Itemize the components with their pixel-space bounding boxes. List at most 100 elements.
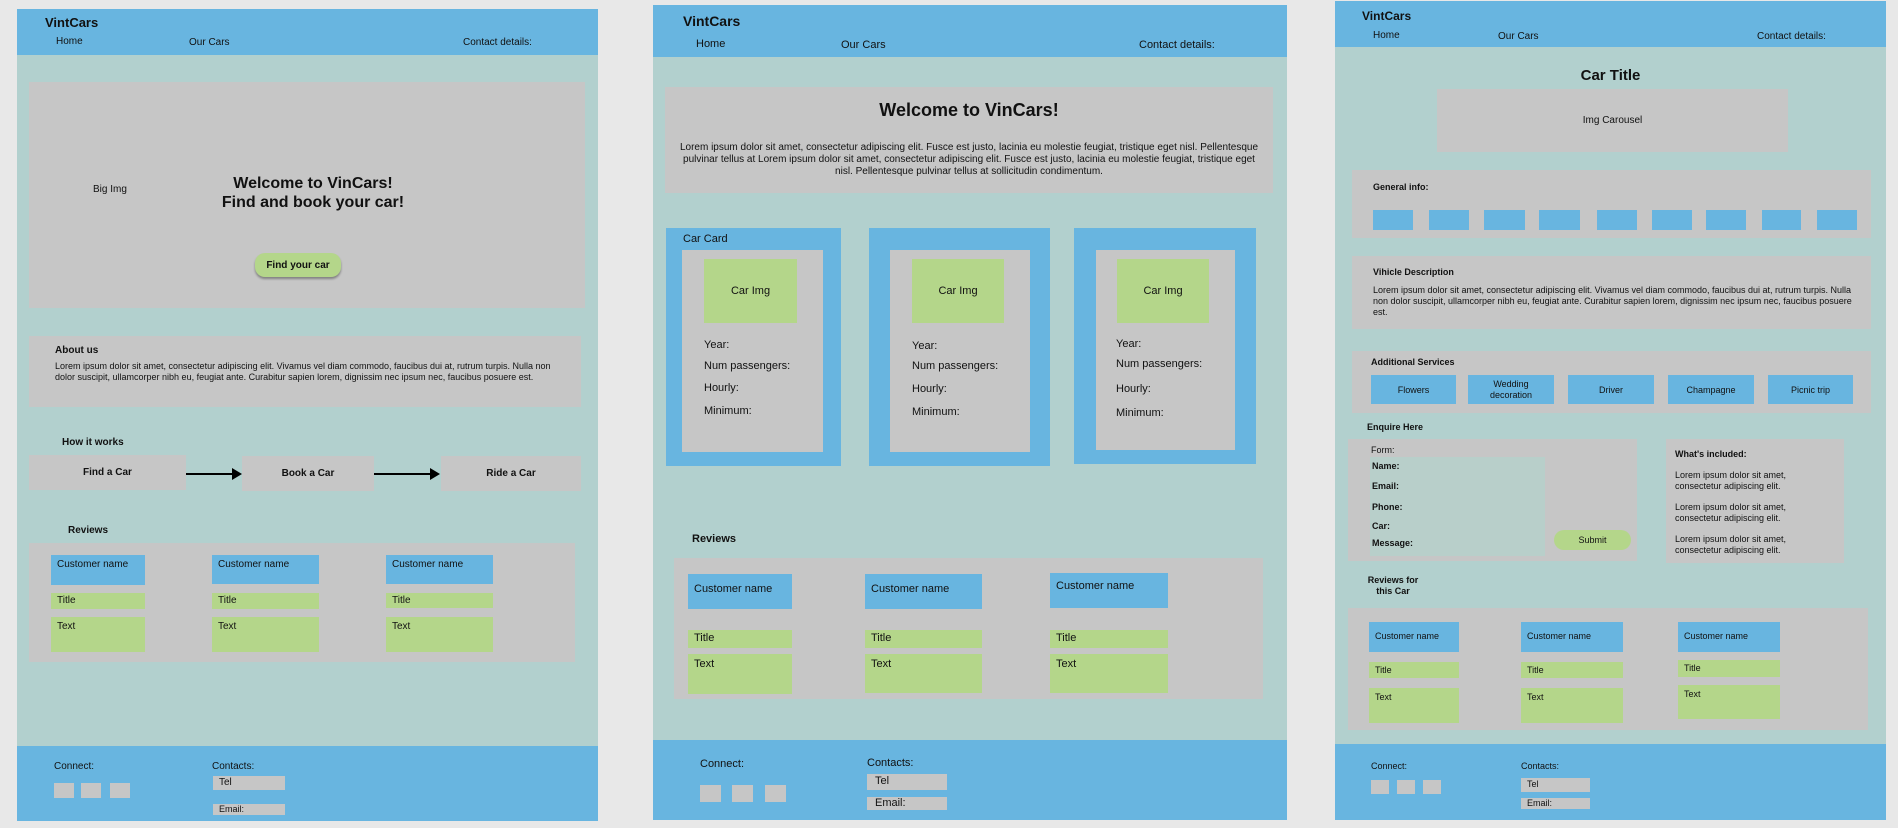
nav-home[interactable]: Home [696, 38, 725, 50]
review-title: Title [51, 593, 145, 609]
car-passengers: Num passengers: [1116, 358, 1203, 370]
car-card[interactable]: Car Img Year: Num passengers: Hourly: Mi… [869, 228, 1050, 466]
service-champagne-button[interactable]: Champagne [1668, 375, 1754, 404]
brand-logo[interactable]: VintCars [45, 15, 98, 30]
about-title: About us [55, 345, 99, 356]
car-hourly: Hourly: [912, 383, 947, 395]
car-card[interactable]: Car Card Car Img Year: Num passengers: H… [666, 228, 841, 466]
social-icon[interactable] [81, 783, 101, 798]
find-car-button[interactable]: Find your car [255, 253, 341, 277]
info-box [1429, 210, 1469, 230]
info-box [1597, 210, 1637, 230]
review-customer-name: Customer name [865, 574, 982, 609]
arrow-icon [374, 468, 440, 480]
services-title: Additional Services [1371, 357, 1455, 367]
form-label: Form: [1371, 445, 1395, 455]
tel-field[interactable]: Tel [213, 776, 285, 790]
name-field[interactable]: Name: [1372, 461, 1400, 471]
nav-our-cars[interactable]: Our Cars [1498, 31, 1539, 42]
car-year: Year: [1116, 338, 1142, 350]
included-item: Lorem ipsum dolor sit amet, consectetur … [1675, 470, 1787, 491]
car-hourly: Hourly: [704, 382, 739, 394]
car-card-body: Car Img Year: Num passengers: Hourly: Mi… [1096, 250, 1235, 450]
email-field[interactable]: Email: [867, 797, 947, 810]
message-field[interactable]: Message: [1372, 538, 1413, 548]
general-info-section: General info: [1352, 170, 1871, 238]
hero-title-line1: Welcome to VinCars! [233, 175, 393, 192]
review-customer-name: Customer name [1369, 622, 1459, 652]
brand-logo[interactable]: VintCars [683, 13, 740, 29]
header: VintCars Home Our Cars Contact details: [653, 5, 1287, 57]
included-title: What's included: [1675, 449, 1747, 459]
review-customer-name: Customer name [1050, 573, 1168, 608]
hero-image-placeholder: Big Img [93, 184, 127, 195]
service-driver-button[interactable]: Driver [1568, 375, 1654, 404]
nav-contact[interactable]: Contact details: [463, 37, 532, 48]
review-title: Title [1050, 630, 1168, 648]
review-title: Title [865, 630, 982, 648]
social-icon[interactable] [765, 785, 786, 802]
reviews-title: Reviews [692, 533, 737, 545]
review-title: Title [386, 593, 493, 608]
reviews-section: Customer name Title Text Customer name T… [1348, 608, 1868, 730]
nav-home[interactable]: Home [56, 36, 83, 47]
nav-our-cars[interactable]: Our Cars [841, 39, 886, 51]
review-title: Title [212, 593, 319, 609]
submit-button[interactable]: Submit [1554, 530, 1631, 550]
page-car-detail: VintCars Home Our Cars Contact details: … [1335, 1, 1886, 820]
form-fields-box: Name: Email: Phone: Car: Message: [1370, 457, 1545, 556]
car-card[interactable]: Car Img Year: Num passengers: Hourly: Mi… [1074, 228, 1256, 464]
social-icon[interactable] [1423, 780, 1441, 794]
connect-label: Connect: [1371, 761, 1408, 771]
car-hourly: Hourly: [1116, 383, 1151, 395]
nav-contact[interactable]: Contact details: [1139, 39, 1215, 51]
review-text: Text [386, 617, 493, 652]
hero-title-line2: Find and book your car! [221, 194, 405, 212]
contacts-label: Contacts: [1521, 761, 1560, 771]
reviews-section: Customer name Title Text Customer name T… [29, 543, 575, 662]
social-icon[interactable] [732, 785, 753, 802]
review-text: Text [865, 654, 982, 693]
step-find-car: Find a Car [29, 455, 186, 490]
tel-field[interactable]: Tel [1521, 778, 1590, 792]
car-year: Year: [912, 340, 938, 352]
social-icon[interactable] [700, 785, 721, 802]
nav-contact[interactable]: Contact details: [1757, 31, 1826, 42]
contacts-label: Contacts: [212, 761, 255, 772]
review-text: Text [51, 617, 145, 652]
social-icon[interactable] [110, 783, 130, 798]
review-text: Text [688, 654, 792, 694]
review-customer-name: Customer name [688, 574, 792, 609]
service-flowers-button[interactable]: Flowers [1371, 375, 1456, 404]
email-field[interactable]: Email: [1521, 798, 1590, 809]
general-info-title: General info: [1373, 182, 1429, 192]
tel-field[interactable]: Tel [867, 774, 947, 790]
page-our-cars: VintCars Home Our Cars Contact details: … [653, 5, 1287, 820]
email-field[interactable]: Email: [213, 804, 285, 815]
nav-home[interactable]: Home [1373, 30, 1400, 41]
reviews-section: Customer name Title Text Customer name T… [674, 558, 1263, 699]
service-wedding-button[interactable]: Wedding decoration [1468, 375, 1554, 404]
vehicle-description-section: Vihicle Description Lorem ipsum dolor si… [1352, 256, 1871, 329]
nav-our-cars[interactable]: Our Cars [189, 37, 230, 48]
included-item: Lorem ipsum dolor sit amet, consectetur … [1675, 502, 1787, 523]
review-text: Text [1050, 654, 1168, 693]
car-minimum: Minimum: [704, 405, 752, 417]
car-field[interactable]: Car: [1372, 521, 1390, 531]
brand-logo[interactable]: VintCars [1362, 9, 1411, 23]
footer: Connect: Contacts: Tel Email: [17, 746, 598, 821]
page-home: VintCars Home Our Cars Contact details: … [17, 9, 598, 821]
social-icon[interactable] [54, 783, 74, 798]
social-icon[interactable] [1397, 780, 1415, 794]
email-field[interactable]: Email: [1372, 481, 1399, 491]
connect-label: Connect: [54, 761, 95, 772]
included-item: Lorem ipsum dolor sit amet, consectetur … [1675, 534, 1787, 555]
service-picnic-button[interactable]: Picnic trip [1768, 375, 1853, 404]
review-customer-name: Customer name [212, 555, 319, 584]
welcome-text: Lorem ipsum dolor sit amet, consectetur … [679, 142, 1259, 177]
enquiry-form-panel: Form: Name: Email: Phone: Car: Message: … [1348, 439, 1637, 561]
phone-field[interactable]: Phone: [1372, 502, 1403, 512]
image-carousel[interactable]: Img Carousel [1437, 89, 1788, 152]
social-icon[interactable] [1371, 780, 1389, 794]
review-customer-name: Customer name [1678, 622, 1780, 652]
